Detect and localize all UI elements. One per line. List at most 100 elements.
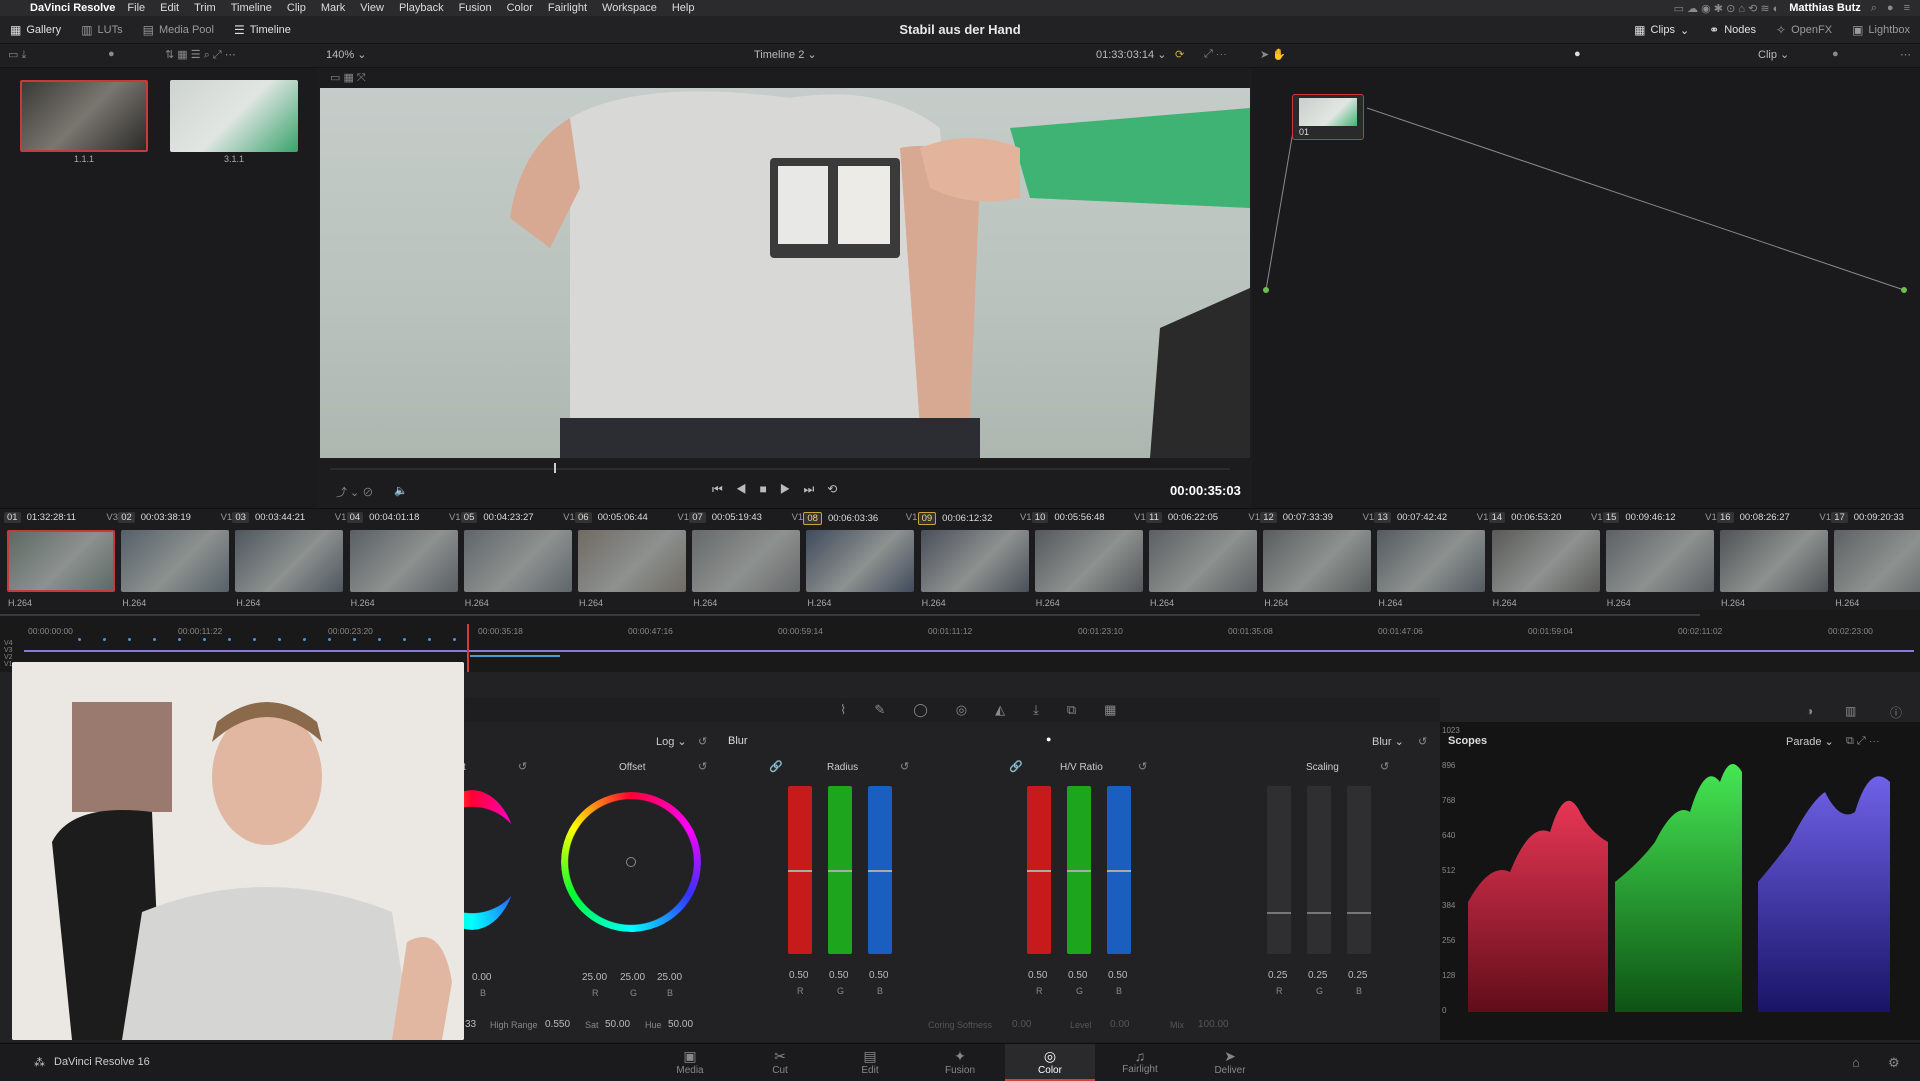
clip-thumbnail[interactable]: 15 00:09:46:12 V1 H.264 [1602, 509, 1717, 611]
menu-workspace[interactable]: Workspace [602, 2, 657, 14]
timeline-button[interactable]: ☰ Timeline [224, 16, 301, 44]
spotlight-icon[interactable]: ⌕ [1871, 2, 1877, 15]
marker-dot[interactable] [228, 638, 231, 641]
slider-value[interactable]: 0.50 [789, 970, 808, 981]
reset-icon[interactable]: ↺ [1380, 760, 1389, 773]
slider-handle[interactable] [1027, 870, 1051, 872]
clip-thumbnail[interactable]: 12 00:07:33:39 V1 H.264 [1260, 509, 1374, 611]
slider-value[interactable]: 0.50 [829, 970, 848, 981]
sync-icon[interactable]: ⟳ [1175, 48, 1184, 61]
slider-value[interactable]: 0.25 [1308, 970, 1327, 981]
palette-icons[interactable]: ⌇✎◯◎◭⤓⧉▦ [840, 702, 1144, 718]
slider-handle[interactable] [1307, 912, 1331, 914]
page-media[interactable]: ▣ Media [645, 1044, 735, 1081]
page-edit[interactable]: ▤ Edit [825, 1044, 915, 1081]
blur-slider[interactable] [788, 786, 812, 954]
clip-thumbnail[interactable]: 13 00:07:42:42 V1 H.264 [1374, 509, 1488, 611]
timeline-playhead[interactable] [467, 624, 469, 672]
reset-icon[interactable]: ↺ [698, 735, 707, 748]
blur-slider[interactable] [868, 786, 892, 954]
panel-toggle-icon[interactable]: ▭ ⤓ [8, 48, 26, 62]
zoom-dropdown[interactable]: 140% ⌄ [326, 48, 366, 61]
clip-thumbnail[interactable]: 09 00:06:12:32 V1 H.264 [917, 509, 1032, 611]
clip-thumbnail[interactable]: 03 00:03:44:21 V1 H.264 [232, 509, 346, 611]
scopes-icon[interactable]: ▥ [1845, 704, 1856, 718]
source-dot[interactable] [1263, 287, 1269, 293]
clip-thumbnail[interactable]: 10 00:05:56:48 V1 H.264 [1031, 509, 1146, 611]
link-icon[interactable]: 🔗 [1009, 760, 1023, 773]
menu-help[interactable]: Help [672, 2, 695, 14]
blur-mode-dropdown[interactable]: Blur ⌄ [1372, 735, 1404, 748]
scope-settings-icon[interactable]: ⧉ ⤢ ⋯ [1846, 735, 1880, 748]
scopes-panel[interactable]: 1023 896 768 640 512 384 256 128 0 [1440, 722, 1920, 1040]
partial-value[interactable]: 33 [465, 1019, 476, 1030]
marker-dot[interactable] [378, 638, 381, 641]
gallery-still[interactable] [20, 80, 148, 152]
reset-icon[interactable]: ↺ [900, 760, 909, 773]
timeline-dropdown[interactable]: Timeline 2 ⌄ [754, 48, 817, 61]
menu-edit[interactable]: Edit [160, 2, 179, 14]
gallery-still[interactable] [170, 80, 298, 152]
node-editor[interactable]: 01 [1252, 68, 1920, 508]
level-value[interactable]: 0.00 [1110, 1019, 1129, 1030]
menu-color[interactable]: Color [507, 2, 533, 14]
menu-view[interactable]: View [360, 2, 384, 14]
page-fusion[interactable]: ✦ Fusion [915, 1044, 1005, 1081]
marker-dot[interactable] [353, 638, 356, 641]
clip-mode-dropdown[interactable]: Clip ⌄ [1758, 48, 1789, 61]
menu-trim[interactable]: Trim [194, 2, 216, 14]
siri-icon[interactable]: ● [1887, 2, 1894, 14]
marker-dot[interactable] [203, 638, 206, 641]
menu-fusion[interactable]: Fusion [459, 2, 492, 14]
menu-playback[interactable]: Playback [399, 2, 444, 14]
marker-dot[interactable] [103, 638, 106, 641]
marker-dot[interactable] [328, 638, 331, 641]
dot-icon[interactable]: ● [108, 48, 115, 60]
hue-value[interactable]: 50.00 [668, 1019, 693, 1030]
dot-icon[interactable]: ● [1832, 48, 1839, 60]
status-icons[interactable]: ▭ ☁ ◉ ✱ ⊙ ⌂ ⟲ ≋ ◐ [1674, 2, 1780, 15]
slider-handle[interactable] [1347, 912, 1371, 914]
reset-icon[interactable]: ↺ [1138, 760, 1147, 773]
blur-slider[interactable] [1347, 786, 1371, 954]
reset-icon[interactable]: ↺ [518, 760, 527, 773]
video-viewer[interactable] [320, 88, 1250, 458]
blur-slider[interactable] [1027, 786, 1051, 954]
marker-dot[interactable] [153, 638, 156, 641]
marker-dot[interactable] [253, 638, 256, 641]
slider-value[interactable]: 0.50 [1028, 970, 1047, 981]
blur-slider[interactable] [1307, 786, 1331, 954]
reset-icon[interactable]: ↺ [698, 760, 707, 773]
slider-handle[interactable] [828, 870, 852, 872]
marker-dot[interactable] [178, 638, 181, 641]
slider-value[interactable]: 0.50 [1068, 970, 1087, 981]
clip-thumbnail[interactable]: 14 00:06:53:20 V1 H.264 [1488, 509, 1603, 611]
slider-value[interactable]: 0.50 [869, 970, 888, 981]
clip-thumbnail[interactable]: 01 01:32:28:11 V3 H.264 [4, 509, 118, 611]
menu-mark[interactable]: Mark [321, 2, 345, 14]
settings-gear-icon[interactable]: ⚙ [1888, 1055, 1900, 1071]
volume-icon[interactable]: 🔈 [394, 484, 408, 497]
more-icon[interactable]: ⋯ [1900, 48, 1911, 61]
page-cut[interactable]: ✂ Cut [735, 1044, 825, 1081]
clip-thumbnail[interactable]: 16 00:08:26:27 V1 H.264 [1717, 509, 1831, 611]
wheel-value-partial[interactable]: 0.00 [472, 972, 491, 983]
clip-thumbnail[interactable]: 07 00:05:19:43 V1 H.264 [689, 509, 803, 611]
timeline-ruler[interactable]: 00:00:00:00 00:00:11:22 00:00:23:20 00:00:3… [0, 624, 1920, 638]
sat-value[interactable]: 50.00 [605, 1019, 630, 1030]
marker-dot[interactable] [453, 638, 456, 641]
marker-dot[interactable] [428, 638, 431, 641]
node-dot-icon[interactable]: ● [1574, 48, 1581, 60]
menu-list-icon[interactable]: ≡ [1904, 2, 1910, 14]
pointer-icon[interactable]: ➤ ✋ [1260, 48, 1286, 61]
clip-thumbnail[interactable]: 06 00:05:06:44 V1 H.264 [575, 509, 689, 611]
clips-button[interactable]: ▦ Clips ⌄ [1624, 16, 1699, 44]
clip-thumbnail[interactable]: 05 00:04:23:27 V1 H.264 [460, 509, 575, 611]
blur-dot-icon[interactable]: ● [1046, 734, 1051, 744]
marker-dot[interactable] [403, 638, 406, 641]
tool-icons[interactable]: ⤴ ⌄ ⊘ [336, 484, 373, 500]
scrub-playhead[interactable] [554, 463, 556, 473]
menu-file[interactable]: File [127, 2, 145, 14]
app-menu[interactable]: DaVinci Resolve [30, 2, 115, 14]
menu-clip[interactable]: Clip [287, 2, 306, 14]
